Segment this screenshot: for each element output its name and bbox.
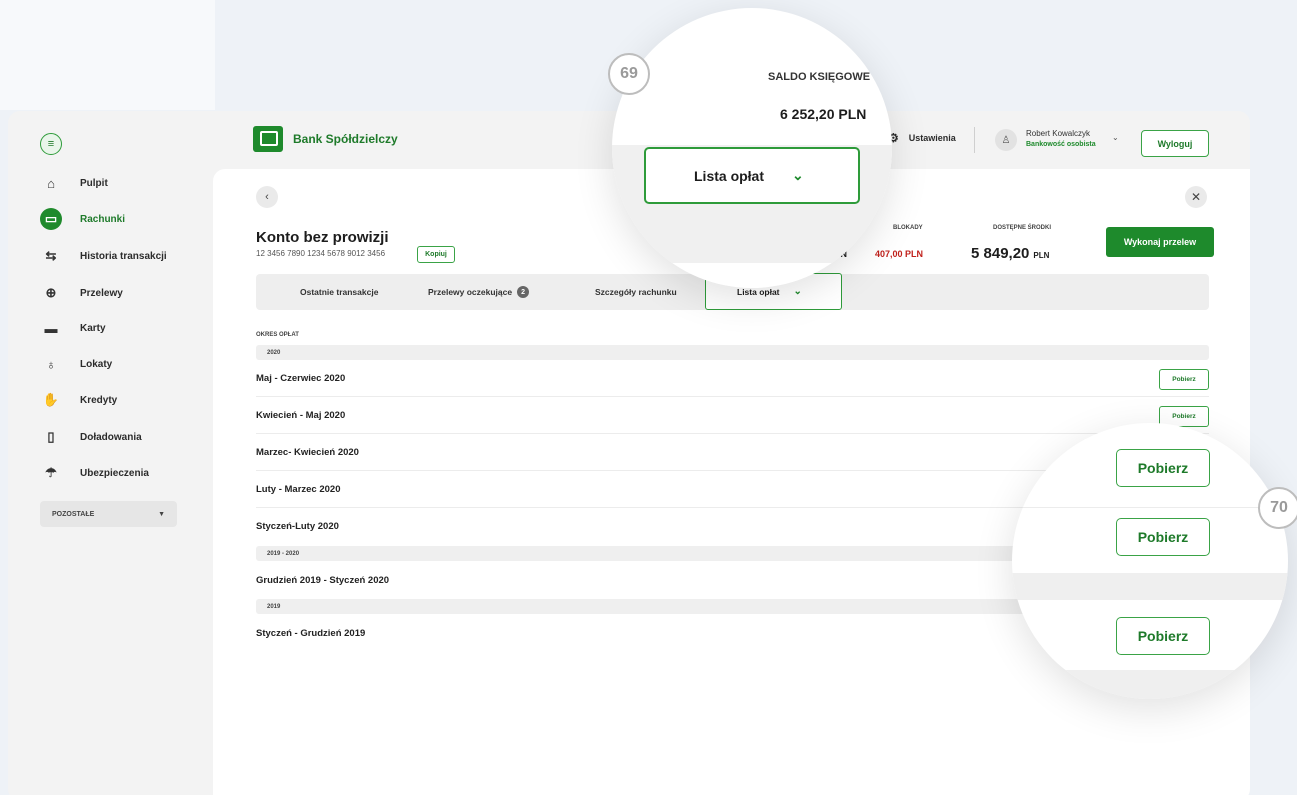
- sidebar-item-label: Rachunki: [80, 213, 126, 225]
- chevron-down-icon: ⌄: [793, 286, 802, 297]
- row-divider: [1012, 507, 1288, 508]
- sidebar-item-ubezpieczenia[interactable]: ☂ Ubezpieczenia: [40, 461, 149, 485]
- caret-down-icon: ▼: [158, 510, 165, 518]
- available-label: DOSTĘPNE ŚRODKI: [993, 225, 1052, 231]
- fee-period: Styczeń-Luty 2020: [256, 520, 339, 532]
- zoom-callout-balance: SALDO KSIĘGOWE 6 252,20 PLN Lista opłat …: [612, 8, 892, 288]
- user-avatar-icon[interactable]: ♙: [995, 129, 1017, 151]
- sidebar-item-przelewy[interactable]: ⊕ Przelewy: [40, 281, 123, 305]
- sidebar-item-label: Pulpit: [80, 177, 108, 189]
- logout-button[interactable]: Wyloguj: [1141, 130, 1209, 157]
- fee-row: Maj - Czerwiec 2020: [256, 361, 1209, 397]
- tab-details[interactable]: Szczegóły rachunku: [595, 274, 677, 310]
- sidebar-item-label: Historia transakcji: [80, 250, 167, 262]
- sidebar-item-rachunki[interactable]: ▭ Rachunki: [40, 207, 125, 231]
- fee-period: Grudzień 2019 - Styczeń 2020: [256, 574, 390, 586]
- sidebar-item-kredyty[interactable]: ✋ Kredyty: [40, 388, 117, 412]
- download-button[interactable]: Pobierz: [1159, 369, 1209, 390]
- logo-mark-icon: [253, 126, 283, 152]
- year-header-band: [1012, 573, 1288, 600]
- sidebar-item-historia[interactable]: ⇆ Historia transakcji: [40, 244, 167, 268]
- tab-recent[interactable]: Ostatnie transakcje: [300, 274, 378, 310]
- sidebar-item-pulpit[interactable]: ⌂ Pulpit: [40, 171, 108, 195]
- fees-list-select[interactable]: Lista opłat ⌄: [644, 147, 860, 204]
- fee-period: Luty - Marzec 2020: [256, 484, 341, 495]
- fee-period: Marzec- Kwiecień 2020: [256, 447, 359, 458]
- sidebar-item-lokaty[interactable]: ♁ Lokaty: [40, 352, 112, 376]
- step-marker: 70: [1258, 487, 1297, 529]
- bank-logo[interactable]: Bank Spółdzielczy: [253, 126, 398, 152]
- phone-icon: ▯: [47, 429, 55, 444]
- tab-label: Przelewy oczekujące: [428, 287, 513, 297]
- swap-icon: ⇆: [45, 248, 57, 263]
- book-balance-value: 6 252,20 PLN: [780, 106, 867, 122]
- copy-button[interactable]: Kopiuj: [417, 246, 455, 263]
- wallet-icon: ▭: [40, 208, 62, 230]
- available-value: 5 849,20 PLN: [971, 245, 1049, 262]
- sidebar: ≡ ⌂ Pulpit ▭ Rachunki ⇆ Historia transak…: [8, 111, 213, 795]
- tab-label: Szczegóły rachunku: [595, 287, 677, 297]
- sidebar-item-label: Kredyty: [80, 394, 118, 406]
- tab-label: Ostatnie transakcje: [300, 287, 379, 297]
- fees-list-label: Lista opłat: [694, 167, 765, 184]
- user-menu[interactable]: Robert Kowalczyk Bankowość osobista: [1026, 128, 1096, 150]
- year-header: 2020: [256, 345, 1209, 360]
- download-button[interactable]: Pobierz: [1116, 518, 1210, 556]
- back-button[interactable]: ‹: [256, 186, 278, 208]
- header-divider: [974, 127, 975, 153]
- step-marker: 69: [608, 53, 650, 95]
- period-label: OKRES OPŁAT: [256, 332, 299, 338]
- card-icon: ▬: [44, 320, 58, 336]
- available-amount: 5 849,20: [971, 245, 1030, 262]
- fee-period: Maj - Czerwiec 2020: [256, 373, 346, 384]
- sidebar-item-label: Ubezpieczenia: [80, 467, 149, 479]
- settings-link[interactable]: ⚙ Ustawienia: [888, 131, 956, 145]
- blocked-label: BLOKADY: [893, 225, 923, 231]
- arrow-right-circle-icon: ⊕: [45, 285, 57, 300]
- sidebar-item-label: Doładowania: [80, 431, 142, 443]
- year-header-band: [1012, 670, 1288, 699]
- other-dropdown[interactable]: POZOSTAŁE ▼: [40, 501, 177, 527]
- chevron-down-icon: ⌄: [792, 167, 804, 183]
- tab-pending[interactable]: Przelewy oczekujące 2: [428, 274, 530, 310]
- download-button[interactable]: Pobierz: [1116, 449, 1210, 487]
- fee-period: Kwiecień - Maj 2020: [256, 410, 346, 421]
- menu-icon[interactable]: ≡: [40, 133, 62, 155]
- chevron-down-icon[interactable]: ⌄: [1112, 133, 1119, 142]
- sidebar-item-label: Lokaty: [80, 358, 113, 370]
- book-balance-label: SALDO KSIĘGOWE: [768, 71, 871, 83]
- user-role: Bankowość osobista: [1026, 141, 1096, 148]
- tab-label: Lista opłat: [737, 286, 780, 297]
- hand-coins-icon: ✋: [42, 392, 60, 407]
- sidebar-item-doladowania[interactable]: ▯ Doładowania: [40, 425, 142, 449]
- bank-name: Bank Spółdzielczy: [293, 132, 398, 146]
- sidebar-item-label: Karty: [80, 322, 106, 334]
- available-currency: PLN: [1033, 251, 1050, 260]
- make-transfer-button[interactable]: Wykonaj przelew: [1106, 227, 1214, 257]
- close-button[interactable]: ✕: [1185, 186, 1207, 208]
- account-title: Konto bez prowizji: [256, 229, 389, 246]
- fee-row: Kwiecień - Maj 2020: [256, 398, 1209, 434]
- fee-period: Styczeń - Grudzień 2019: [256, 627, 366, 639]
- sidebar-item-karty[interactable]: ▬ Karty: [40, 316, 106, 340]
- other-label: POZOSTAŁE: [52, 510, 95, 518]
- zoom-callout-download: Pobierz Pobierz Pobierz: [1012, 423, 1288, 699]
- umbrella-icon: ☂: [45, 465, 57, 480]
- settings-label: Ustawienia: [908, 133, 956, 143]
- sidebar-item-label: Przelewy: [80, 287, 123, 299]
- pending-count-badge: 2: [517, 286, 530, 298]
- background-panel: [0, 0, 215, 110]
- piggy-bank-icon: ♁: [46, 356, 56, 372]
- user-name: Robert Kowalczyk: [1026, 129, 1091, 138]
- home-icon: ⌂: [47, 175, 55, 191]
- download-button[interactable]: Pobierz: [1116, 617, 1210, 655]
- account-number: 12 3456 7890 1234 5678 9012 3456: [256, 249, 386, 258]
